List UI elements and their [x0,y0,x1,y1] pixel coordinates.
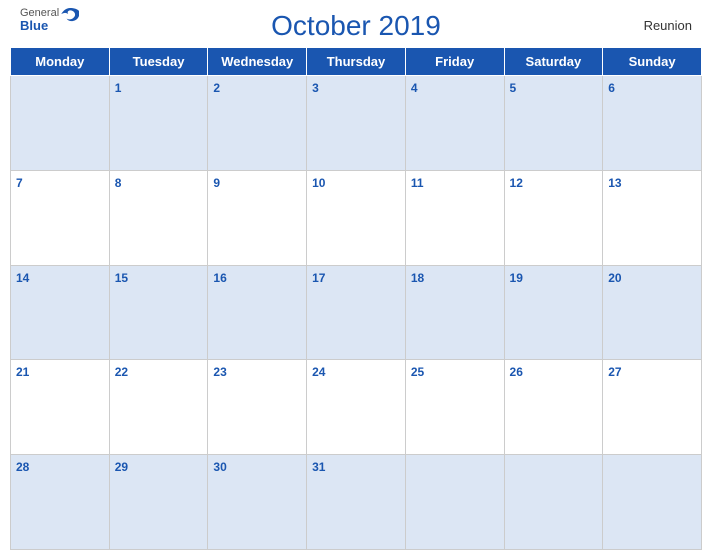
calendar-cell: 15 [109,265,208,360]
calendar-row: 7 8 9 10 11 12 13 [11,170,702,265]
calendar-cell: 7 [11,170,110,265]
day-number: 18 [411,271,424,285]
day-number: 15 [115,271,128,285]
calendar-cell: 13 [603,170,702,265]
calendar-cell: 6 [603,76,702,171]
calendar-cell: 28 [11,455,110,550]
col-saturday: Saturday [504,48,603,76]
calendar-cell: 18 [405,265,504,360]
calendar-cell: 9 [208,170,307,265]
calendar-cell: 27 [603,360,702,455]
day-number: 27 [608,365,621,379]
day-number: 10 [312,176,325,190]
day-number: 25 [411,365,424,379]
logo-blue: Blue [20,19,59,32]
logo: General Blue [20,8,59,32]
col-wednesday: Wednesday [208,48,307,76]
col-friday: Friday [405,48,504,76]
day-number: 23 [213,365,226,379]
day-number: 14 [16,271,29,285]
calendar-header: General Blue October 2019 Reunion [0,0,712,47]
calendar-cell: 20 [603,265,702,360]
calendar-cell: 16 [208,265,307,360]
calendar-cell: 1 [109,76,208,171]
calendar-cell: 11 [405,170,504,265]
day-number: 29 [115,460,128,474]
day-number: 7 [16,176,23,190]
weekday-header-row: Monday Tuesday Wednesday Thursday Friday… [11,48,702,76]
logo-bird-icon [61,8,79,22]
calendar-row: 21 22 23 24 25 26 27 [11,360,702,455]
day-number: 31 [312,460,325,474]
calendar-cell: 23 [208,360,307,455]
day-number: 4 [411,81,418,95]
calendar-cell: 3 [307,76,406,171]
calendar-title: October 2019 [271,10,441,42]
col-sunday: Sunday [603,48,702,76]
day-number: 24 [312,365,325,379]
calendar-cell: 14 [11,265,110,360]
calendar-cell: 30 [208,455,307,550]
col-monday: Monday [11,48,110,76]
calendar-row: 14 15 16 17 18 19 20 [11,265,702,360]
calendar-cell: 4 [405,76,504,171]
calendar-cell [603,455,702,550]
day-number: 16 [213,271,226,285]
calendar-cell: 5 [504,76,603,171]
calendar-cell: 12 [504,170,603,265]
day-number: 3 [312,81,319,95]
calendar-cell: 29 [109,455,208,550]
calendar-row: 1 2 3 4 5 6 [11,76,702,171]
day-number: 2 [213,81,220,95]
day-number: 28 [16,460,29,474]
day-number: 9 [213,176,220,190]
calendar-cell: 31 [307,455,406,550]
calendar-cell: 24 [307,360,406,455]
day-number: 17 [312,271,325,285]
calendar-cell: 10 [307,170,406,265]
day-number: 6 [608,81,615,95]
calendar-cell: 2 [208,76,307,171]
calendar-cell: 17 [307,265,406,360]
calendar-cell [405,455,504,550]
col-thursday: Thursday [307,48,406,76]
calendar-cell: 8 [109,170,208,265]
calendar-cell: 22 [109,360,208,455]
day-number: 12 [510,176,523,190]
day-number: 13 [608,176,621,190]
calendar-cell: 25 [405,360,504,455]
calendar-cell: 26 [504,360,603,455]
day-number: 5 [510,81,517,95]
day-number: 1 [115,81,122,95]
day-number: 19 [510,271,523,285]
calendar-row: 28 29 30 31 [11,455,702,550]
calendar-cell [504,455,603,550]
calendar-table: Monday Tuesday Wednesday Thursday Friday… [10,47,702,550]
day-number: 20 [608,271,621,285]
day-number: 26 [510,365,523,379]
day-number: 21 [16,365,29,379]
day-number: 30 [213,460,226,474]
calendar-cell: 19 [504,265,603,360]
day-number: 11 [411,176,424,190]
calendar-region: Reunion [644,18,692,33]
col-tuesday: Tuesday [109,48,208,76]
day-number: 8 [115,176,122,190]
calendar-cell: 21 [11,360,110,455]
calendar-cell [11,76,110,171]
day-number: 22 [115,365,128,379]
